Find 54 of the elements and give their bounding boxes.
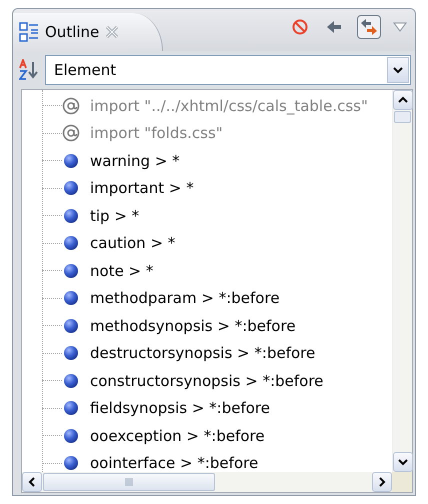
tree-item[interactable]: import "../../xhtml/css/cals_table.css" [22, 92, 392, 120]
tree-item[interactable]: oointerface > *:before [22, 450, 392, 472]
tree-item[interactable]: methodparam > *:before [22, 284, 392, 312]
tree-item[interactable]: note > * [22, 257, 392, 284]
tree-item[interactable]: constructorsynopsis > *:before [22, 367, 392, 394]
sphere-icon [62, 316, 80, 335]
sphere-icon [62, 179, 80, 198]
dropdown-triangle-icon[interactable] [393, 22, 407, 32]
outline-icon [19, 22, 39, 42]
at-sign-icon [62, 96, 80, 115]
left-arrow-icon [326, 20, 342, 34]
tree-item[interactable]: warning > * [22, 147, 392, 174]
sphere-icon [62, 372, 80, 390]
sphere-icon [62, 234, 80, 252]
horizontal-scrollbar[interactable] [22, 472, 392, 492]
chevron-up-icon [398, 96, 408, 104]
chevron-down-icon [393, 66, 403, 74]
link-editor-button[interactable] [357, 15, 381, 39]
tab-title: Outline [45, 23, 100, 41]
scroll-left-button[interactable] [22, 472, 42, 492]
vertical-scrollbar[interactable] [392, 90, 412, 472]
scroll-up-button[interactable] [393, 90, 413, 110]
grip-icon [124, 478, 134, 486]
chevron-down-icon [398, 458, 408, 466]
tree-item[interactable]: destructorsynopsis > *:before [22, 340, 392, 367]
sphere-icon [62, 152, 80, 170]
close-icon[interactable] [105, 25, 120, 39]
sphere-icon [62, 426, 80, 445]
sphere-icon [62, 206, 80, 225]
sphere-icon [62, 344, 80, 362]
scroll-thumb[interactable] [394, 111, 411, 123]
tree-item[interactable]: import "folds.css" [22, 120, 392, 147]
sphere-icon [62, 289, 80, 308]
dropdown-button[interactable] [387, 57, 409, 83]
prohibited-icon [292, 19, 308, 35]
sort-az-icon[interactable] [19, 59, 39, 81]
scroll-down-button[interactable] [393, 452, 413, 472]
outline-tab[interactable]: Outline [13, 13, 163, 51]
chevron-left-icon [28, 477, 36, 487]
chevron-right-icon [378, 477, 386, 487]
at-sign-icon [62, 124, 80, 142]
tree-item[interactable]: caution > * [22, 230, 392, 257]
sphere-icon [62, 262, 80, 280]
sphere-icon [62, 399, 80, 418]
scroll-right-button[interactable] [372, 472, 392, 492]
tree-item[interactable]: methodsynopsis > *:before [22, 312, 392, 340]
tree-item[interactable]: ooexception > *:before [22, 422, 392, 450]
sphere-icon [62, 454, 80, 472]
tree-item[interactable]: important > * [22, 174, 392, 202]
arrows-icon [360, 18, 378, 36]
scrollbar-corner [392, 472, 412, 492]
scroll-thumb[interactable] [43, 473, 215, 491]
tree-item[interactable]: fieldsynopsis > *:before [22, 394, 392, 422]
tree-item[interactable]: tip > * [22, 202, 392, 230]
